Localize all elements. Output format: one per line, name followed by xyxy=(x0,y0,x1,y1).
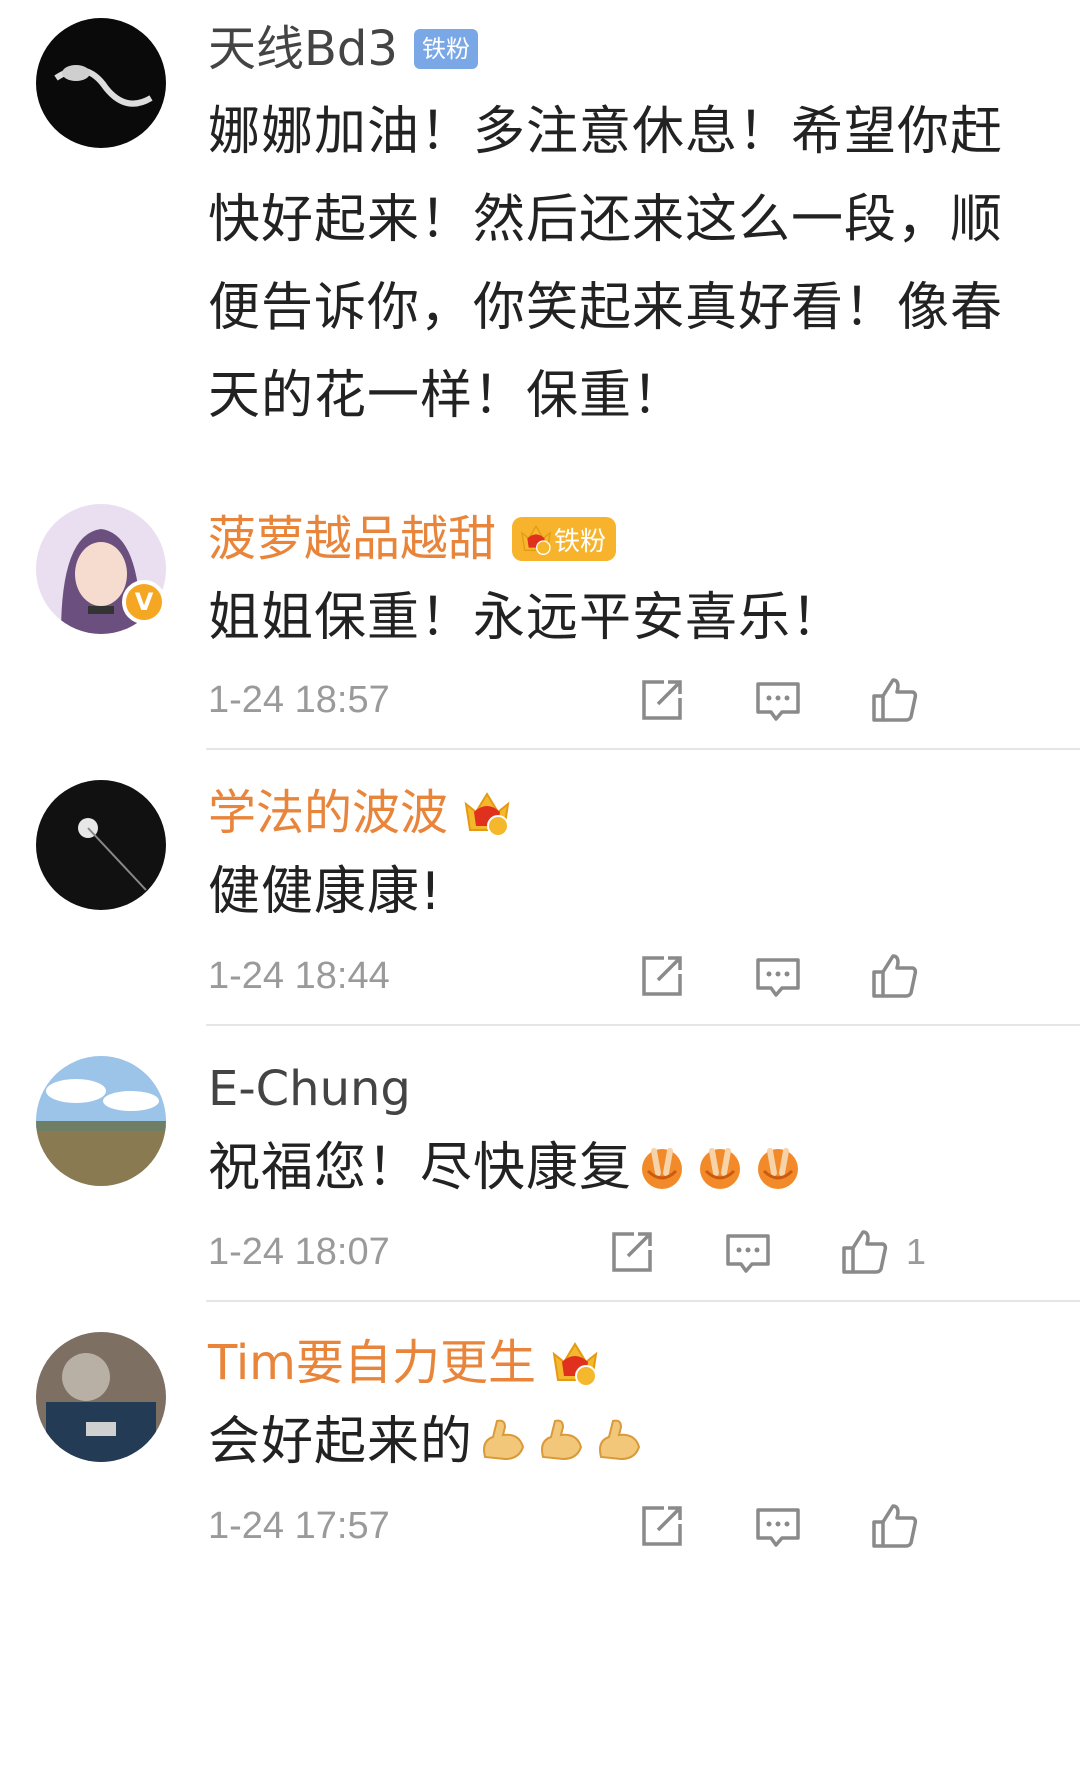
username[interactable]: E-Chung xyxy=(208,1059,411,1119)
comment-text: 祝福您！尽快康复 xyxy=(208,1124,1018,1212)
pray-hands-emoji xyxy=(750,1137,806,1193)
comment-icon[interactable] xyxy=(750,1498,806,1554)
comment-meta: 1-24 18:44 xyxy=(208,946,1038,1006)
crown-icon xyxy=(518,521,554,557)
timestamp: 1-24 17:57 xyxy=(208,1504,390,1547)
username-row: 学法的波波 xyxy=(208,778,514,848)
timestamp: 1-24 18:07 xyxy=(208,1230,390,1273)
action-bar xyxy=(634,670,922,730)
crown-fan-badge: 铁粉 xyxy=(512,517,617,561)
pray-hands-emoji xyxy=(692,1137,748,1193)
username[interactable]: 菠萝越品越甜 xyxy=(208,509,496,569)
flexed-biceps-emoji xyxy=(533,1411,589,1467)
comment-text: 会好起来的 xyxy=(208,1398,1018,1486)
username[interactable]: Tim要自力更生 xyxy=(208,1333,536,1393)
timestamp: 1-24 18:44 xyxy=(208,954,390,997)
share-icon[interactable] xyxy=(634,672,690,728)
username[interactable]: 学法的波波 xyxy=(208,783,448,843)
like-count: 1 xyxy=(906,1231,927,1272)
avatar[interactable] xyxy=(36,1332,166,1462)
comment-meta: 1-24 18:07 1 xyxy=(208,1222,1038,1282)
timestamp: 1-24 18:57 xyxy=(208,678,390,721)
fan-badge-label: 铁粉 xyxy=(554,526,607,557)
avatar[interactable] xyxy=(36,1056,166,1186)
share-icon[interactable] xyxy=(634,948,690,1004)
thumbs-up-icon[interactable] xyxy=(866,672,922,728)
username[interactable]: 天线Bd3 xyxy=(208,19,398,79)
thumbs-up-icon[interactable] xyxy=(866,948,922,1004)
action-bar: 1 xyxy=(604,1222,926,1282)
username-row: E-Chung xyxy=(208,1054,411,1124)
action-bar xyxy=(634,946,922,1006)
comment-text: 娜娜加油！多注意休息！希望你赶快好起来！然后还来这么一段，顺便告诉你，你笑起来真… xyxy=(208,102,1004,426)
comment-text-body: 祝福您！尽快康复 xyxy=(208,1138,633,1198)
comment-icon[interactable] xyxy=(750,672,806,728)
comment-text: 姐姐保重！永远平安喜乐！ xyxy=(208,588,845,648)
divider xyxy=(206,1024,1080,1026)
username-row: 菠萝越品越甜 铁粉 xyxy=(208,504,617,574)
pray-hands-emoji xyxy=(634,1137,690,1193)
thumbs-up-icon[interactable] xyxy=(866,1498,922,1554)
divider xyxy=(206,748,1080,750)
share-icon[interactable] xyxy=(604,1224,660,1280)
flexed-biceps-emoji xyxy=(591,1411,647,1467)
crown-icon xyxy=(548,1336,602,1390)
comment-text: 健健康康! xyxy=(208,862,442,922)
crown-icon xyxy=(460,786,514,840)
comment-text-body: 会好起来的 xyxy=(208,1412,474,1472)
fan-badge: 铁粉 xyxy=(413,29,478,69)
username-row: Tim要自力更生 xyxy=(208,1328,602,1398)
thumbs-up-icon[interactable] xyxy=(836,1224,892,1280)
comment-meta: 1-24 17:57 xyxy=(208,1496,1038,1556)
comment-meta: 1-24 18:57 xyxy=(208,670,1038,730)
comment-icon[interactable] xyxy=(720,1224,776,1280)
comment-icon[interactable] xyxy=(750,948,806,1004)
divider xyxy=(206,1300,1080,1302)
username-row: 天线Bd3 铁粉 xyxy=(208,14,478,84)
avatar[interactable] xyxy=(36,18,166,148)
action-bar xyxy=(634,1496,922,1556)
comment-list: 天线Bd3 铁粉 娜娜加油！多注意休息！希望你赶快好起来！然后还来这么一段，顺便… xyxy=(0,0,1080,1769)
flexed-biceps-emoji xyxy=(475,1411,531,1467)
avatar[interactable] xyxy=(36,780,166,910)
verified-icon: V xyxy=(122,580,166,624)
share-icon[interactable] xyxy=(634,1498,690,1554)
